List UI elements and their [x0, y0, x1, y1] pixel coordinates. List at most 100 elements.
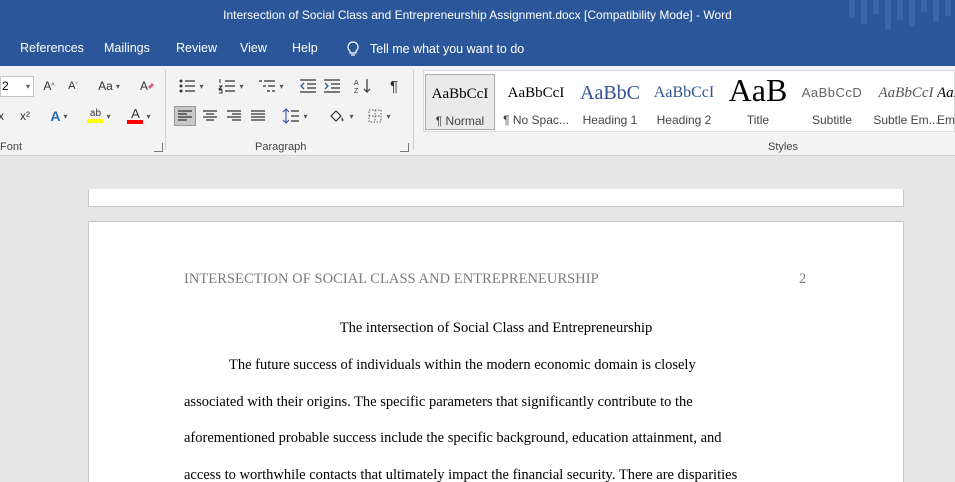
- bullets-icon: [178, 78, 196, 94]
- group-divider: [165, 70, 166, 150]
- multilevel-list-icon: [258, 78, 276, 94]
- title-bar: Intersection of Social Class and Entrepr…: [0, 0, 955, 32]
- grow-font-button[interactable]: A ^: [40, 76, 58, 96]
- paragraph-group-label: Paragraph: [255, 141, 307, 153]
- style-no-spacing[interactable]: AaBbCcI ¶ No Spac...: [499, 74, 573, 130]
- chevron-down-icon: ▾: [199, 81, 204, 91]
- borders-icon: [367, 108, 383, 124]
- style-sample: AaBbCcI: [431, 86, 489, 102]
- style-name: Subtitle: [811, 113, 853, 127]
- increase-indent-button[interactable]: [322, 76, 342, 96]
- change-case-label: Aa: [98, 79, 113, 93]
- multilevel-list-button[interactable]: ▾: [254, 76, 288, 96]
- grow-font-label: A: [43, 79, 52, 93]
- align-right-button[interactable]: [224, 106, 244, 126]
- font-dialog-launcher[interactable]: [154, 143, 163, 152]
- sort-button[interactable]: AZ: [352, 76, 374, 96]
- lightbulb-icon: [346, 41, 360, 57]
- tab-mailings[interactable]: Mailings: [104, 41, 150, 55]
- font-color-label: A: [131, 106, 140, 121]
- bullets-button[interactable]: ▾: [174, 76, 208, 96]
- justify-icon: [250, 109, 266, 123]
- font-color-button[interactable]: A ▾: [122, 106, 156, 126]
- style-sample: AaB: [728, 74, 788, 108]
- svg-text:Z: Z: [354, 88, 359, 94]
- style-name: ¶ No Spac...: [503, 113, 569, 127]
- svg-text:x: x: [0, 109, 4, 123]
- paragraph-dialog-launcher[interactable]: [400, 143, 409, 152]
- chevron-down-icon: ▾: [106, 111, 111, 121]
- style-title[interactable]: AaB Title: [721, 74, 795, 130]
- style-name: Subtle Em...: [873, 113, 939, 127]
- chevron-down-icon: ▾: [146, 111, 151, 121]
- style-normal[interactable]: AaBbCcI ¶ Normal: [425, 74, 495, 130]
- show-hide-marks-button[interactable]: ¶: [384, 76, 404, 96]
- previous-page-bottom: [88, 189, 904, 207]
- style-sample: AaBbC: [580, 82, 640, 104]
- align-left-icon: [177, 109, 193, 123]
- subscript-button-partial[interactable]: x: [0, 106, 10, 126]
- highlight-label: ab: [89, 108, 102, 119]
- style-subtitle[interactable]: AaBbCcD Subtitle: [795, 74, 869, 130]
- superscript-label: x²: [20, 109, 30, 123]
- chevron-down-icon: ▾: [386, 111, 391, 121]
- align-left-button[interactable]: [174, 106, 196, 126]
- tab-references[interactable]: References: [20, 41, 84, 55]
- shrink-font-button[interactable]: Aˇ: [64, 76, 82, 96]
- chevron-down-icon: ▾: [115, 81, 120, 91]
- numbering-icon: [218, 78, 236, 94]
- align-center-icon: [202, 109, 218, 123]
- increase-indent-icon: [323, 78, 341, 94]
- align-center-button[interactable]: [200, 106, 220, 126]
- style-name: Title: [746, 113, 770, 127]
- style-heading-2[interactable]: AaBbCcI Heading 2: [647, 74, 721, 130]
- shading-button[interactable]: ▾: [324, 106, 358, 126]
- tab-review[interactable]: Review: [176, 41, 217, 55]
- chevron-down-icon: ▾: [63, 111, 68, 121]
- group-divider: [413, 70, 414, 150]
- text-effects-label: A: [50, 108, 61, 124]
- chevron-down-icon: ▾: [25, 82, 30, 91]
- align-right-icon: [226, 109, 242, 123]
- font-size-box[interactable]: 2 ▾: [0, 76, 34, 97]
- borders-button[interactable]: ▾: [362, 106, 396, 126]
- window-title: Intersection of Social Class and Entrepr…: [223, 8, 732, 22]
- style-sample: AaBbCcI: [507, 85, 565, 101]
- justify-button[interactable]: [248, 106, 268, 126]
- font-color-swatch: [127, 120, 144, 124]
- ribbon: 2 ▾ A^ Aˇ Aa▾ A x x² A▾ ab ▾ A ▾ Font: [0, 66, 955, 156]
- chevron-down-icon: ▾: [303, 111, 308, 121]
- decrease-indent-button[interactable]: [298, 76, 318, 96]
- style-sample: AaB: [937, 85, 955, 101]
- svg-text:A: A: [140, 79, 148, 93]
- tell-me-search[interactable]: Tell me what you want to do: [346, 41, 524, 57]
- text-effects-button[interactable]: A ▾: [44, 106, 74, 126]
- running-head: INTERSECTION OF SOCIAL CLASS AND ENTREPR…: [184, 271, 599, 287]
- change-case-button[interactable]: Aa ▾: [92, 76, 126, 96]
- body-text-line: aforementioned probable success include …: [184, 430, 722, 446]
- body-text-line: associated with their origins. The speci…: [184, 394, 693, 410]
- ribbon-tabs: References Mailings Review View Help Tel…: [0, 32, 955, 66]
- style-subtle-emphasis[interactable]: AaBbCcI Subtle Em...: [869, 74, 943, 130]
- title-bar-decoration: [845, 0, 955, 32]
- clear-formatting-button[interactable]: A: [136, 76, 158, 96]
- style-emphasis[interactable]: AaB Em: [937, 74, 955, 130]
- chevron-down-icon: ▾: [279, 81, 284, 91]
- document-page[interactable]: INTERSECTION OF SOCIAL CLASS AND ENTREPR…: [88, 221, 904, 482]
- style-heading-1[interactable]: AaBbC Heading 1: [573, 74, 647, 130]
- tab-help[interactable]: Help: [292, 41, 318, 55]
- text-highlight-button[interactable]: ab ▾: [82, 106, 116, 126]
- superscript-button[interactable]: x²: [16, 106, 34, 126]
- numbering-button[interactable]: ▾: [214, 76, 248, 96]
- chevron-down-icon: ▾: [349, 111, 354, 121]
- document-title: The intersection of Social Class and Ent…: [339, 320, 653, 336]
- tab-view[interactable]: View: [240, 41, 267, 55]
- eraser-icon: A: [139, 78, 155, 94]
- chevron-down-icon: ▾: [239, 81, 244, 91]
- line-spacing-button[interactable]: ▾: [278, 106, 312, 126]
- styles-gallery: AaBbCcI ¶ Normal AaBbCcI ¶ No Spac... Aa…: [423, 70, 955, 132]
- page-number: 2: [799, 271, 807, 287]
- font-size-value: 2: [2, 79, 9, 93]
- subscript-icon: x: [0, 108, 10, 124]
- shrink-font-label: A: [68, 80, 76, 92]
